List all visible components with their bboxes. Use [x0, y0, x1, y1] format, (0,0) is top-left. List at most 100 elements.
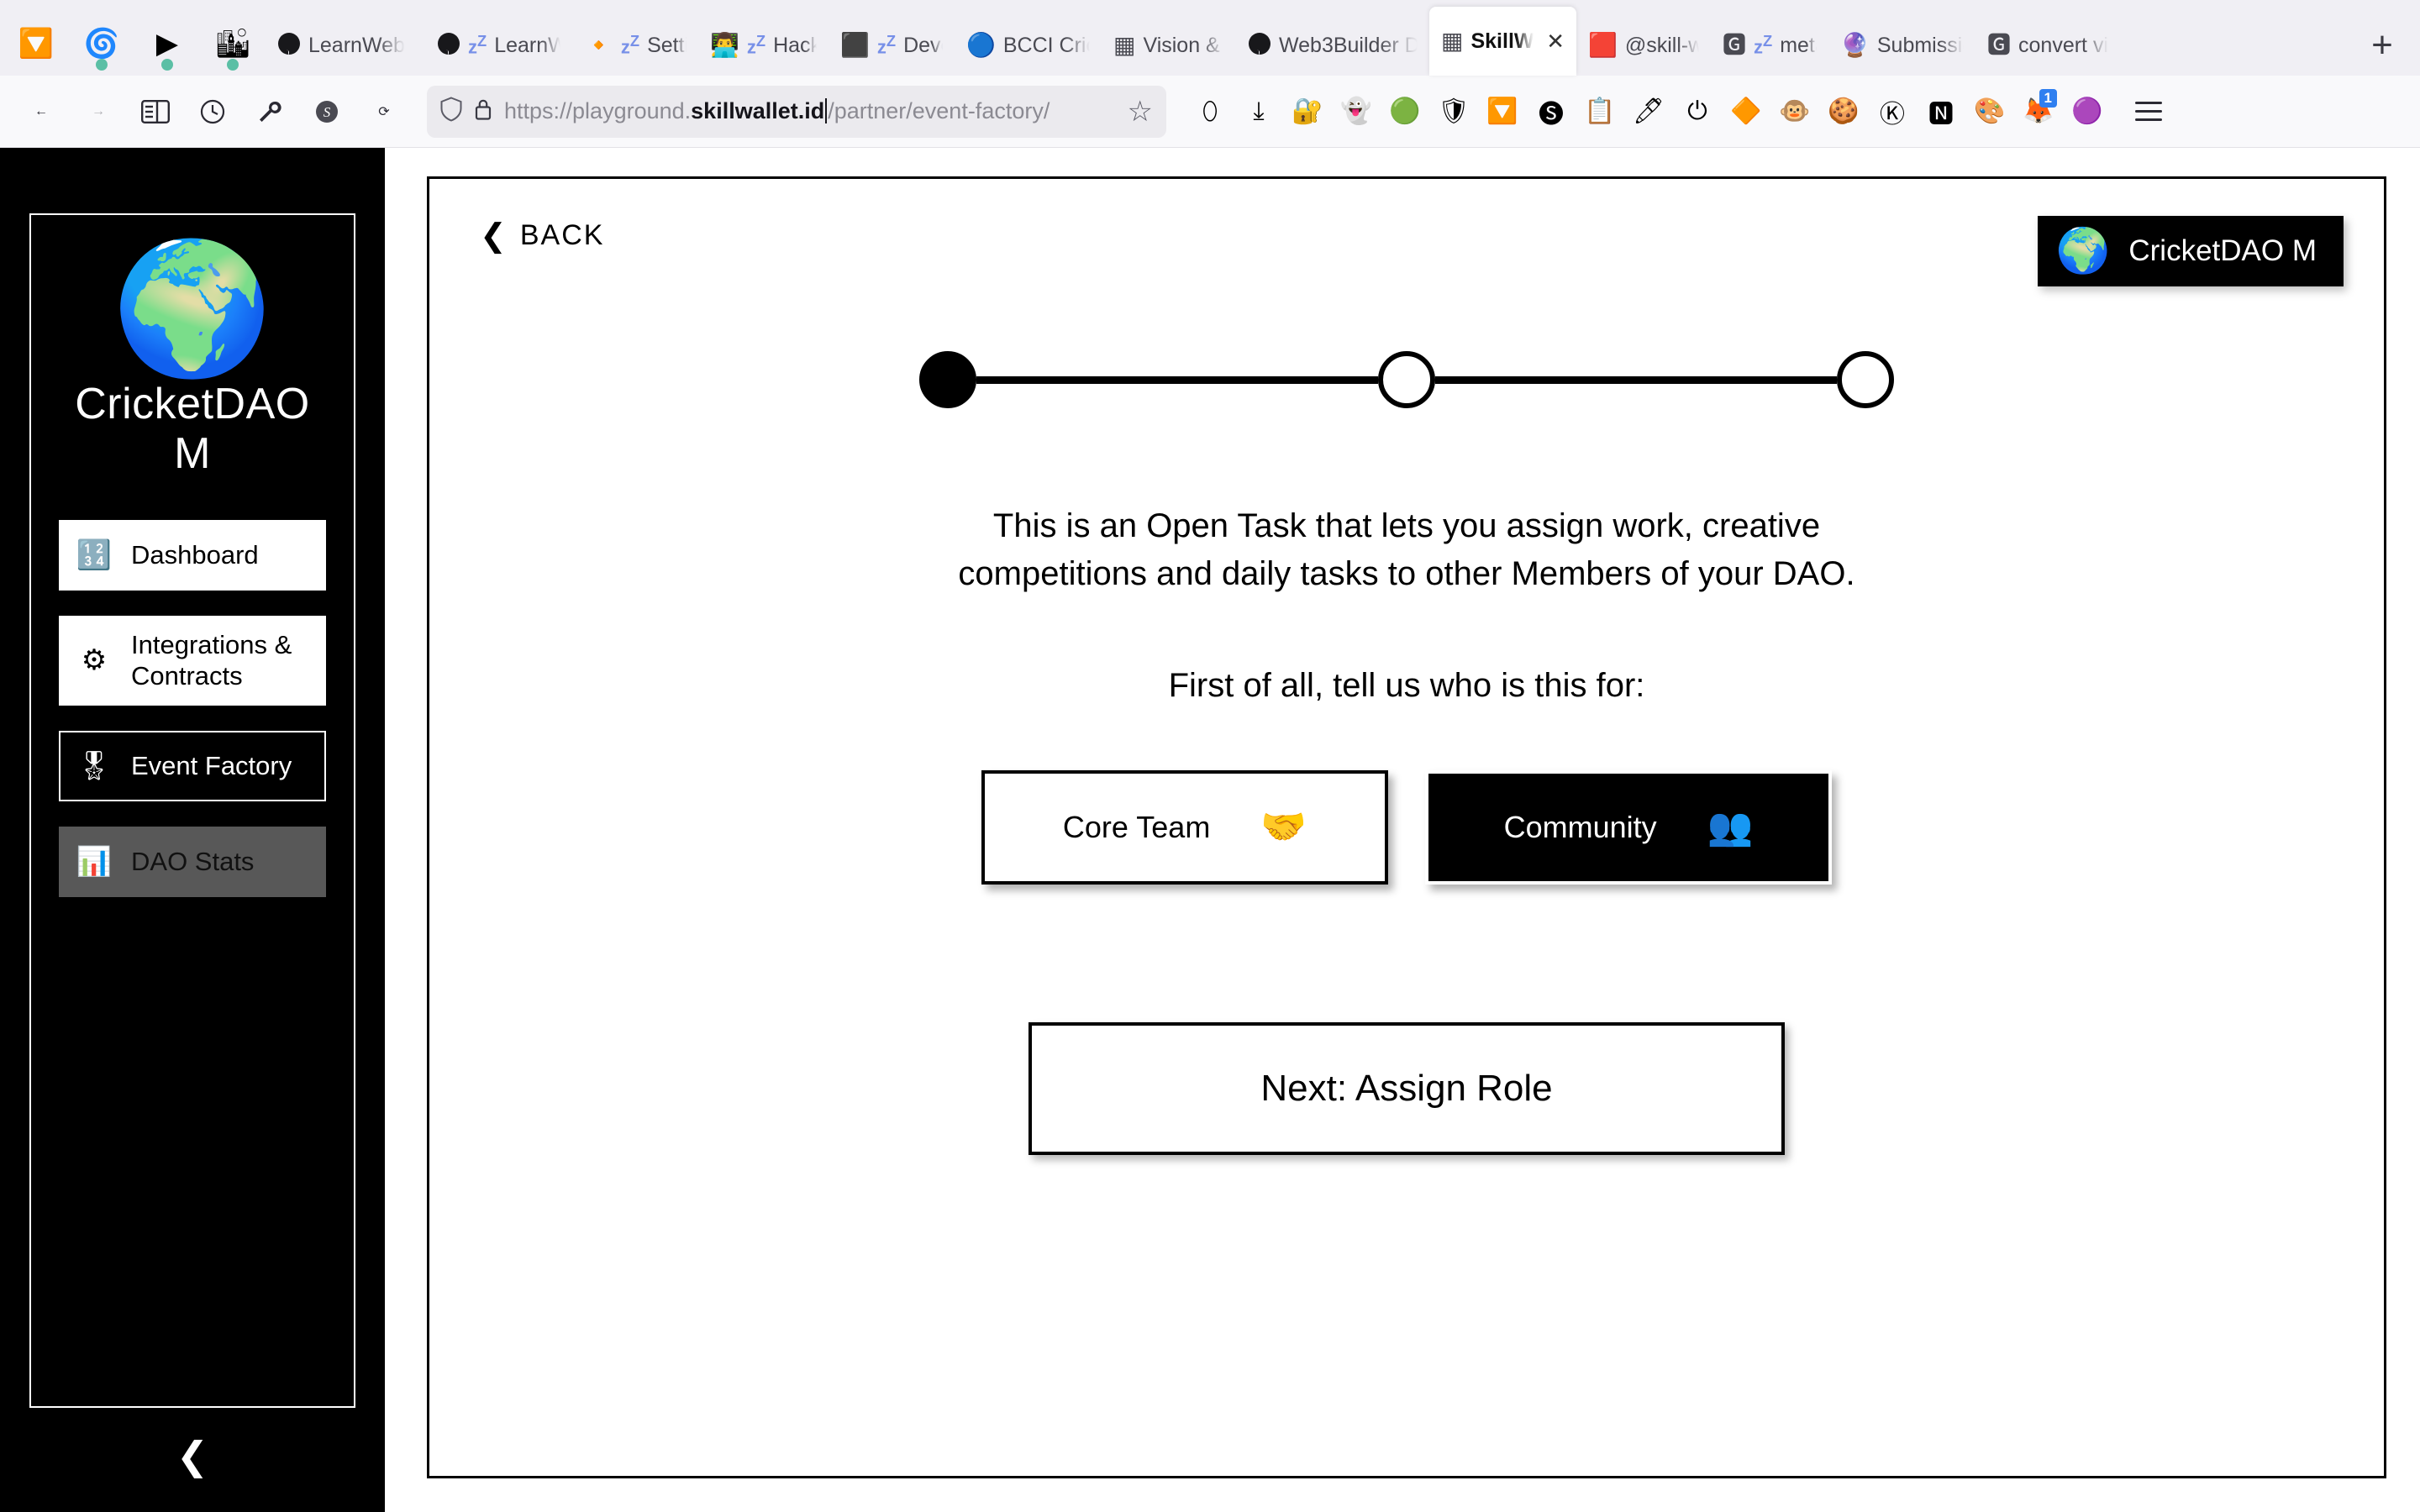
tab-muted-icon: zZ [468, 32, 487, 58]
favicon-icon: ▦ [1113, 32, 1136, 58]
sidebar-item-dashboard[interactable]: 🔢 Dashboard [59, 519, 326, 591]
scribe-icon[interactable]: 🅢 [1528, 86, 1575, 138]
sidebar-item-label: Integrations & Contracts [131, 629, 292, 691]
menu-line [2135, 118, 2162, 121]
favicon-icon: 🔮 [1840, 32, 1870, 58]
pinned-tabs: 🔽 🌀 ▶ 🏙 [3, 15, 266, 76]
bitwarden-icon[interactable]: 🔐 [1284, 86, 1331, 138]
sidebar-item-label: Dashboard [131, 539, 259, 570]
ext-glyph: 🅽 [1928, 100, 1954, 129]
tools-wrench-icon[interactable] [244, 86, 296, 138]
monkey-icon[interactable]: 🐵 [1771, 86, 1818, 138]
ublock-icon[interactable]: 🛡 [1430, 86, 1477, 138]
audience-question: First of all, tell us who is this for: [1168, 666, 1645, 704]
close-tab-icon[interactable]: ✕ [1546, 29, 1565, 55]
bookmark-star-icon[interactable]: ☆ [1128, 95, 1153, 129]
stepper-node-1[interactable] [919, 351, 976, 408]
stepper-node-3[interactable] [1837, 351, 1894, 408]
grammarly-icon[interactable]: 🟢 [1381, 86, 1428, 138]
cookie-icon[interactable]: 🍪 [1820, 86, 1867, 138]
ext-glyph: ⤓ [1253, 97, 1265, 125]
favicon-icon: ▶ [155, 28, 179, 60]
ext-glyph: 🟢 [1389, 97, 1421, 125]
yarn-icon[interactable]: 🔽 [1479, 86, 1526, 138]
browser-tab[interactable]: LearnWeb [266, 15, 425, 76]
browser-tab[interactable]: 🅶convert vi [1975, 15, 2123, 76]
nav-item-icon: 📊 [76, 846, 113, 879]
stepper-node-2[interactable] [1378, 351, 1435, 408]
sidebar-item-integrations[interactable]: ⚙ Integrations & Contracts [59, 615, 326, 706]
browser-window: 🔽 🌀 ▶ 🏙 LearnWeb zZ LearnW 🔸 zZ Setting 👨‍💻 zZ Hack… [0, 0, 2420, 1512]
back-button[interactable]: ❮ BACK [480, 219, 604, 252]
back-icon[interactable]: ← [15, 86, 67, 138]
ghostery-icon[interactable]: 👻 [1333, 86, 1380, 138]
kiwi-icon[interactable]: Ⓚ [1869, 86, 1916, 138]
history-clock-icon[interactable] [187, 86, 239, 138]
pinned-tab-1[interactable]: 🔽 [3, 13, 69, 74]
power-icon[interactable]: ⏻ [1674, 86, 1721, 138]
ext-glyph: 🎨 [1974, 97, 2006, 125]
pinned-tab-2[interactable]: 🌀 [69, 13, 134, 74]
choice-icon: 👥 [1707, 806, 1754, 848]
favicon-icon: 👨‍💻 [710, 32, 739, 58]
url-path: /partner/event-factory/ [828, 98, 1050, 123]
dao-badge[interactable]: 🌍 CricketDAO M [2037, 216, 2344, 286]
tab-muted-icon: zZ [876, 32, 897, 58]
choice-core-team[interactable]: Core Team 🤝 [981, 769, 1388, 885]
kleros-icon[interactable]: 🔶 [1723, 86, 1770, 138]
colors-icon[interactable]: 🎨 [1966, 86, 2013, 138]
sidebar-item-dao-stats[interactable]: 📊 DAO Stats [59, 827, 326, 898]
browser-tab[interactable]: 🅶zZ metam [1711, 15, 1828, 76]
sidebar-collapse-button[interactable]: ❮ [176, 1436, 209, 1475]
url-text[interactable]: https://playground.skillwallet.id/partne… [504, 98, 1116, 124]
progress-stepper [919, 351, 1894, 408]
tab-label: convert vi [2018, 33, 2108, 57]
task-description: This is an Open Task that lets you assig… [958, 507, 1855, 592]
sidebar-panel: 🌍 CricketDAO M 🔢 Dashboard ⚙ Integrations &… [29, 213, 355, 1408]
pinned-tab-4[interactable]: 🏙 [200, 13, 266, 74]
browser-tab[interactable]: 👨‍💻 zZ Hackat [698, 15, 829, 76]
pocket-icon[interactable]: ⬯ [1186, 86, 1234, 138]
reload-icon[interactable]: ⟳ [358, 86, 410, 138]
eyedropper-icon[interactable]: 🖊 [1625, 86, 1672, 138]
ext-glyph: 🛡 [1437, 97, 1470, 125]
ext-glyph: 🟣 [2071, 97, 2103, 125]
new-tab-button[interactable]: + [2353, 15, 2412, 76]
lock-icon[interactable] [474, 97, 492, 125]
brave-icon[interactable]: 🟣 [2064, 86, 2111, 138]
forward-icon[interactable]: → [72, 86, 124, 138]
script-blocker-icon[interactable]: S [301, 86, 353, 138]
shield-icon[interactable] [440, 97, 462, 126]
browser-tab[interactable]: ▦ Vision & V [1102, 15, 1236, 76]
browser-tab[interactable]: zZ LearnW [425, 15, 572, 76]
metamask-icon[interactable]: 🦊 1 [2015, 86, 2062, 138]
clipboard-icon[interactable]: 📋 [1576, 86, 1623, 138]
menu-line [2135, 110, 2162, 113]
audience-choices: Core Team 🤝 Community 👥 [480, 769, 2333, 885]
tab-label: Web3Builder D [1279, 33, 1418, 57]
browser-tab[interactable]: 🔮Submissio [1828, 15, 1975, 76]
favicon-icon: 🌀 [83, 28, 120, 60]
sidebar-toggle-icon[interactable] [129, 86, 182, 138]
ext-glyph: 🔐 [1292, 97, 1323, 125]
next-assign-role-button[interactable]: Next: Assign Role [1028, 1021, 1785, 1155]
browser-tab[interactable]: 🔸 zZ Setting [572, 15, 698, 76]
notion-icon[interactable]: 🅽 [1918, 86, 1965, 138]
browser-tab[interactable]: 🔵BCCI Cricl [955, 15, 1102, 76]
app-menu-button[interactable] [2123, 86, 2175, 138]
browser-tab[interactable]: ▦SkillWa ✕ [1429, 7, 1576, 76]
stepper-connector [976, 375, 1378, 384]
dao-name-title: CricketDAO M [75, 380, 310, 479]
browser-tab[interactable]: Web3Builder D [1236, 15, 1429, 76]
browser-tab[interactable]: ⬛zZDevelo [829, 15, 955, 76]
pinned-tab-3[interactable]: ▶ [134, 13, 200, 74]
address-bar[interactable]: https://playground.skillwallet.id/partne… [427, 85, 1166, 138]
tab-strip: 🔽 🌀 ▶ 🏙 LearnWeb zZ LearnW 🔸 zZ Setting 👨‍💻 zZ Hack… [0, 0, 2420, 76]
ext-glyph: 📋 [1584, 97, 1616, 125]
downloads-icon[interactable]: ⤓ [1235, 86, 1282, 138]
choice-community[interactable]: Community 👥 [1425, 769, 1832, 885]
navigation-toolbar: ← → S ⟳ https://playground.skillwallet.i… [0, 76, 2420, 148]
browser-tab[interactable]: 🟥@skill-wal [1576, 15, 1711, 76]
sidebar-item-event-factory[interactable]: 🎖 Event Factory [59, 731, 326, 802]
favicon-icon: 🔽 [18, 28, 55, 60]
